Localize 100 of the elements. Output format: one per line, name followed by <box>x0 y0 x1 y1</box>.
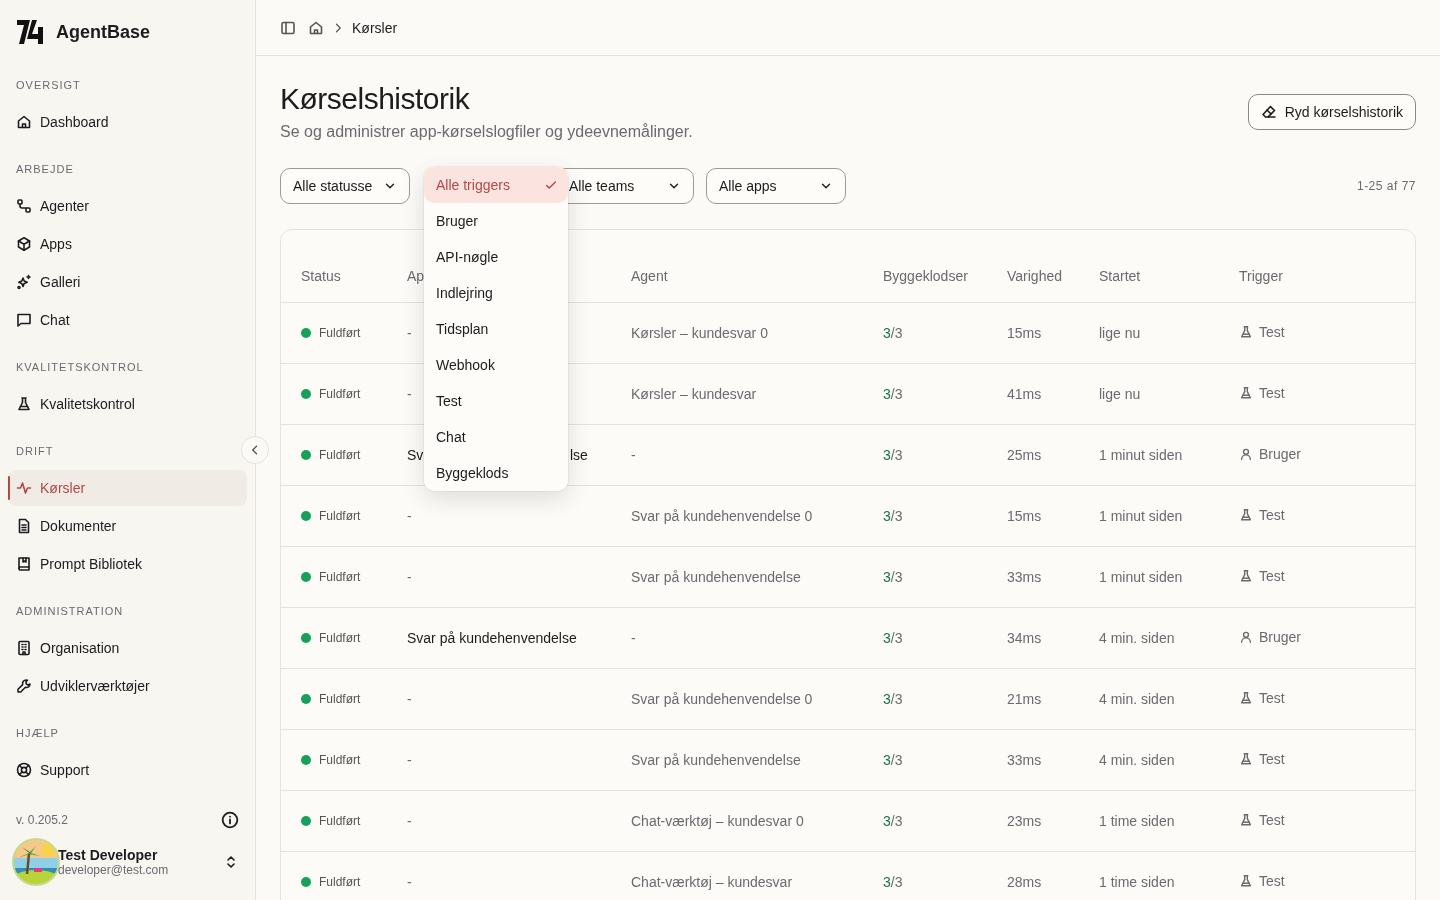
trigger-label: Test <box>1259 689 1285 706</box>
table-cell: Svar på kundehenvendelse 0 <box>631 690 813 707</box>
user-email: developer@test.com <box>58 863 170 877</box>
flask-icon <box>1239 385 1253 400</box>
menu-option[interactable]: Webhook <box>424 347 568 383</box>
sidebar-item[interactable]: Galleri <box>8 264 247 300</box>
table-cell: 1 time siden <box>1099 812 1175 829</box>
menu-option[interactable]: API-nøgle <box>424 239 568 275</box>
section-heading: OVERSIGT <box>15 78 82 93</box>
trigger-label: Test <box>1259 506 1285 523</box>
info-icon[interactable] <box>221 811 239 829</box>
clear-history-button[interactable]: Ryd kørselshistorik <box>1247 94 1416 130</box>
blocks-count: 3/3 <box>883 873 903 890</box>
sidebar-item[interactable]: Agenter <box>8 188 247 224</box>
status-text: Fuldført <box>319 508 361 523</box>
sidebar-item[interactable]: Support <box>8 752 247 788</box>
blocks-count: 3/3 <box>883 324 903 341</box>
table-cell: 23ms <box>1007 812 1042 829</box>
user-menu[interactable]: Test Developer developer@test.com <box>12 834 239 890</box>
blocks-count: 3/3 <box>883 629 903 646</box>
column-header: Status <box>301 267 341 284</box>
version-label: v. 0.205.2 <box>16 813 68 827</box>
section-heading: KVALITETSKONTROL <box>15 360 145 375</box>
sidebar-item[interactable]: Chat <box>8 302 247 338</box>
table-cell: 4 min. siden <box>1099 629 1175 646</box>
menu-option[interactable]: Tidsplan <box>424 311 568 347</box>
column-header: Trigger <box>1239 267 1283 284</box>
blocks-count: 3/3 <box>883 446 903 463</box>
table-cell: Chat-værktøj – kundesvar 0 <box>631 812 804 829</box>
sidebar-item[interactable]: Kørsler <box>8 470 247 506</box>
column-header: Agent <box>631 267 668 284</box>
table-cell: 1 time siden <box>1099 873 1175 890</box>
table-cell: 33ms <box>1007 568 1042 585</box>
table-cell: - <box>407 751 412 768</box>
sparkles-icon <box>16 274 32 290</box>
breadcrumb-item[interactable]: Kørsler <box>352 19 398 36</box>
home-icon <box>308 19 324 36</box>
table-cell: lse <box>570 446 588 463</box>
table-cell: - <box>631 446 636 463</box>
filter-dropdown[interactable]: Alle apps <box>706 168 846 204</box>
section-heading: HJÆLP <box>15 726 60 741</box>
status-text: Fuldført <box>319 630 361 645</box>
table-cell: Kørsler – kundesvar <box>631 385 757 402</box>
home-icon <box>16 114 32 130</box>
menu-option[interactable]: Alle triggers <box>424 167 568 203</box>
chat-icon <box>16 312 32 328</box>
trigger-label: Bruger <box>1259 445 1302 462</box>
blocks-count: 3/3 <box>883 507 903 524</box>
table-cell: - <box>407 873 412 890</box>
status-text: Fuldført <box>319 691 361 706</box>
sidebar-item[interactable]: Dokumenter <box>8 508 247 544</box>
flask-icon <box>16 396 32 412</box>
blocks-count: 3/3 <box>883 568 903 585</box>
table-cell: 34ms <box>1007 629 1042 646</box>
menu-option[interactable]: Indlejring <box>424 275 568 311</box>
section-heading: ARBEJDE <box>15 162 75 177</box>
status-text: Fuldført <box>319 569 361 584</box>
table-cell: 33ms <box>1007 751 1042 768</box>
table-cell: - <box>407 324 412 341</box>
sidebar-item[interactable]: Kvalitetskontrol <box>8 386 247 422</box>
column-header: Ap <box>407 267 425 284</box>
menu-option[interactable]: Bruger <box>424 203 568 239</box>
menu-option[interactable]: Chat <box>424 419 568 455</box>
filter-dropdown[interactable]: Alle statusse <box>280 168 410 204</box>
trigger-label: Test <box>1259 567 1285 584</box>
table-cell: 4 min. siden <box>1099 751 1175 768</box>
pagination-info: 1-25 af 77 <box>1356 179 1416 193</box>
wrench-icon <box>16 678 32 694</box>
blocks-count: 3/3 <box>883 690 903 707</box>
sidebar-item[interactable]: Udviklerværktøjer <box>8 668 247 704</box>
menu-option[interactable]: Test <box>424 383 568 419</box>
table-cell: - <box>407 690 412 707</box>
lifebuoy-icon <box>16 762 32 778</box>
sidebar-item[interactable]: Organisation <box>8 630 247 666</box>
sidebar-item[interactable]: Dashboard <box>8 104 247 140</box>
blocks-count: 3/3 <box>883 812 903 829</box>
table-cell: lige nu <box>1099 324 1141 341</box>
table-cell: - <box>407 507 412 524</box>
flask-icon <box>1239 324 1253 339</box>
check-icon <box>544 178 558 192</box>
user-name: Test Developer <box>58 847 159 863</box>
flask-icon <box>1239 751 1253 766</box>
table-cell: Svar på kundehenvendelse <box>407 629 577 646</box>
cube-icon <box>16 236 32 252</box>
eraser-icon <box>1260 104 1277 120</box>
sidebar-item[interactable]: Prompt Bibliotek <box>8 546 247 582</box>
flask-icon <box>1239 812 1253 827</box>
menu-option[interactable]: Byggeklods <box>424 455 568 491</box>
status-text: Fuldført <box>319 386 361 401</box>
table-cell: 4 min. siden <box>1099 690 1175 707</box>
building-icon <box>16 640 32 656</box>
nodes-icon <box>16 198 32 214</box>
table-cell: 25ms <box>1007 446 1042 463</box>
table-cell: - <box>407 385 412 402</box>
sidebar-item[interactable]: Apps <box>8 226 247 262</box>
table-cell: 21ms <box>1007 690 1042 707</box>
person-icon <box>1239 629 1253 644</box>
flask-icon <box>1239 873 1253 888</box>
sidebar-toggle-icon <box>280 19 296 36</box>
table-cell: 28ms <box>1007 873 1042 890</box>
